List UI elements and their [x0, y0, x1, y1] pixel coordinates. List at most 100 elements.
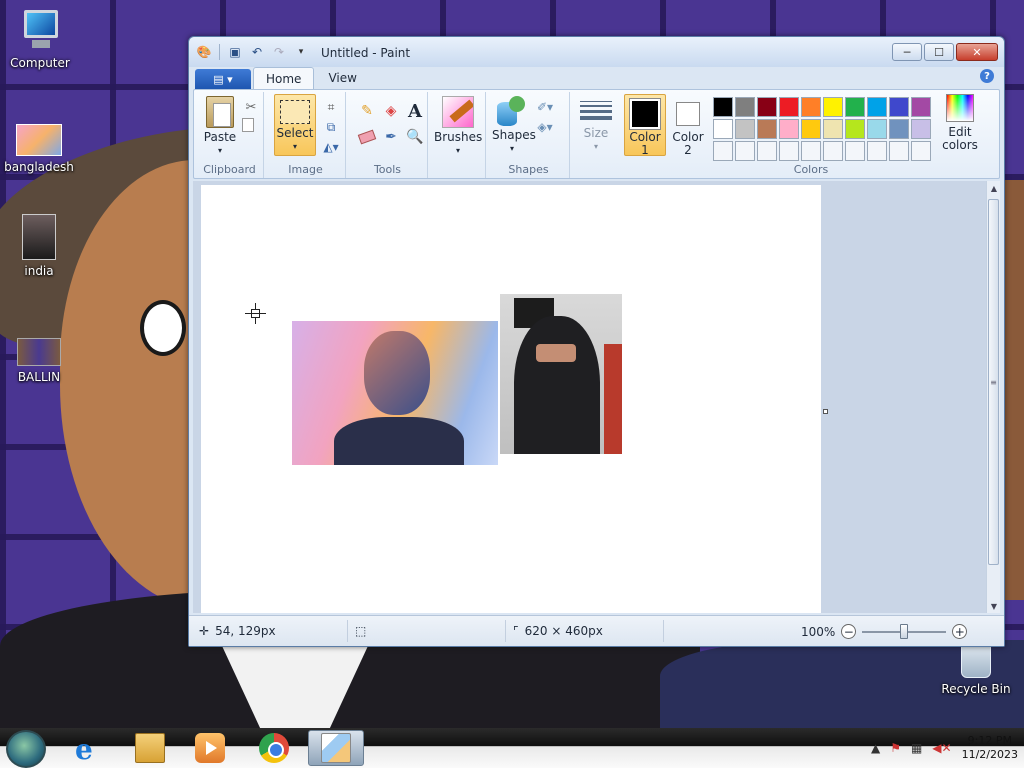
brushes-button[interactable]: Brushes ▾ — [434, 96, 482, 157]
copy-icon[interactable] — [242, 118, 254, 132]
palette-swatch-empty[interactable] — [889, 141, 909, 161]
zoom-slider[interactable] — [862, 623, 947, 639]
file-menu-button[interactable]: ▤ ▾ — [195, 69, 251, 89]
shape-outline-icon[interactable]: ✐▾ — [536, 98, 554, 116]
save-icon[interactable]: ▣ — [226, 43, 244, 61]
edit-colors-button[interactable]: Edit colors — [934, 94, 986, 152]
rotate-icon[interactable]: ◭▾ — [322, 138, 340, 156]
palette-swatch[interactable] — [823, 119, 843, 139]
pasted-photo-india[interactable] — [500, 294, 622, 454]
volume-muted-icon[interactable]: ◀✕ — [932, 741, 951, 755]
scroll-down-arrow-icon[interactable]: ▼ — [987, 599, 1001, 613]
palette-swatch[interactable] — [779, 119, 799, 139]
palette-swatch-empty[interactable] — [779, 141, 799, 161]
palette-swatch[interactable] — [867, 97, 887, 117]
color1-button[interactable]: Color 1 — [624, 94, 666, 157]
paste-dropdown-arrow[interactable]: ▾ — [202, 144, 238, 157]
palette-swatch-empty[interactable] — [735, 141, 755, 161]
cut-icon[interactable]: ✂ — [242, 98, 260, 116]
palette-swatch[interactable] — [911, 97, 931, 117]
minimize-button[interactable]: ─ — [892, 43, 922, 61]
customize-toolbar-icon[interactable]: ▾ — [292, 43, 310, 61]
canvas-workspace[interactable] — [193, 181, 986, 613]
palette-swatch-empty[interactable] — [867, 141, 887, 161]
title-bar[interactable]: 🎨 ▣ ↶ ↷ ▾ Untitled - Paint ─ ☐ ✕ — [189, 37, 1004, 67]
network-icon[interactable]: ▦ — [911, 741, 922, 755]
palette-swatch[interactable] — [735, 119, 755, 139]
size-button[interactable]: Size ▾ — [576, 96, 616, 153]
palette-swatch[interactable] — [889, 119, 909, 139]
desktop-icon-india[interactable]: india — [1, 214, 77, 278]
paint-app-icon[interactable]: 🎨 — [195, 43, 213, 61]
resize-icon[interactable]: ⧉ — [322, 118, 340, 136]
brushes-dropdown-arrow[interactable]: ▾ — [434, 144, 482, 157]
taskbar-internet-explorer[interactable]: e — [62, 730, 118, 766]
desktop-icon-recycle-bin[interactable]: Recycle Bin — [936, 644, 1016, 696]
text-tool-icon[interactable]: A — [404, 100, 426, 122]
drawing-canvas[interactable] — [201, 185, 821, 613]
palette-swatch[interactable] — [801, 97, 821, 117]
size-dropdown-arrow[interactable]: ▾ — [576, 140, 616, 153]
taskbar-paint[interactable] — [308, 730, 364, 766]
maximize-button[interactable]: ☐ — [924, 43, 954, 61]
shapes-group: Shapes ▾ ✐▾ ◈▾ Shapes — [488, 92, 570, 178]
palette-swatch[interactable] — [801, 119, 821, 139]
palette-swatch[interactable] — [889, 97, 909, 117]
palette-swatch-empty[interactable] — [757, 141, 777, 161]
palette-swatch[interactable] — [713, 119, 733, 139]
desktop-icon-ballin[interactable]: BALLIN — [1, 338, 77, 384]
palette-swatch[interactable] — [713, 97, 733, 117]
taskbar-file-explorer[interactable] — [122, 730, 178, 766]
fill-bucket-icon[interactable]: ◈ — [380, 100, 402, 122]
taskbar-media-player[interactable] — [182, 730, 238, 766]
scroll-up-arrow-icon[interactable]: ▲ — [987, 181, 1001, 195]
select-button[interactable]: Select ▾ — [274, 94, 316, 156]
zoom-slider-thumb[interactable] — [900, 623, 909, 639]
magnifier-icon[interactable]: 🔍 — [404, 126, 426, 148]
shape-fill-icon[interactable]: ◈▾ — [536, 118, 554, 136]
pasted-photo-bangladesh[interactable] — [292, 321, 498, 465]
redo-icon[interactable]: ↷ — [270, 43, 288, 61]
color-picker-icon[interactable]: ✒ — [380, 126, 402, 148]
canvas-resize-handle[interactable] — [823, 409, 828, 414]
tab-home[interactable]: Home — [253, 67, 315, 89]
help-icon[interactable]: ? — [980, 69, 994, 83]
eraser-icon[interactable] — [356, 126, 378, 148]
select-dropdown-arrow[interactable]: ▾ — [275, 140, 315, 153]
close-button[interactable]: ✕ — [956, 43, 998, 61]
shapes-button[interactable]: Shapes ▾ — [492, 96, 536, 155]
palette-swatch-empty[interactable] — [801, 141, 821, 161]
desktop-icon-bangladesh[interactable]: bangladesh — [1, 124, 77, 174]
start-button[interactable] — [6, 730, 46, 768]
crop-icon[interactable]: ⌗ — [322, 98, 340, 116]
action-center-icon[interactable]: ⚑ — [890, 741, 901, 755]
palette-swatch[interactable] — [867, 119, 887, 139]
palette-swatch[interactable] — [735, 97, 755, 117]
show-hidden-icons-icon[interactable]: ▲ — [871, 741, 880, 755]
palette-swatch[interactable] — [823, 97, 843, 117]
palette-swatch[interactable] — [845, 119, 865, 139]
selection-size: ⬚ — [355, 624, 366, 638]
clock[interactable]: 9:12 PM 11/2/2023 — [962, 734, 1018, 762]
pencil-icon[interactable]: ✎ — [356, 100, 378, 122]
zoom-out-button[interactable]: − — [841, 624, 857, 639]
shapes-dropdown-arrow[interactable]: ▾ — [492, 142, 532, 155]
palette-swatch[interactable] — [845, 97, 865, 117]
scrollbar-thumb[interactable]: ≡ — [988, 199, 999, 565]
vertical-scrollbar[interactable]: ▲ ≡ ▼ — [986, 181, 1000, 613]
desktop-icon-computer[interactable]: Computer — [2, 8, 78, 70]
palette-swatch[interactable] — [911, 119, 931, 139]
palette-swatch[interactable] — [757, 119, 777, 139]
palette-swatch[interactable] — [757, 97, 777, 117]
palette-swatch-empty[interactable] — [713, 141, 733, 161]
palette-swatch-empty[interactable] — [911, 141, 931, 161]
palette-swatch-empty[interactable] — [823, 141, 843, 161]
tab-view[interactable]: View — [316, 67, 368, 89]
zoom-in-button[interactable]: + — [952, 624, 968, 639]
color2-button[interactable]: Color 2 — [668, 94, 708, 157]
paste-button[interactable]: Paste ▾ — [202, 96, 238, 157]
undo-icon[interactable]: ↶ — [248, 43, 266, 61]
palette-swatch[interactable] — [779, 97, 799, 117]
taskbar-chrome[interactable] — [246, 730, 302, 766]
palette-swatch-empty[interactable] — [845, 141, 865, 161]
